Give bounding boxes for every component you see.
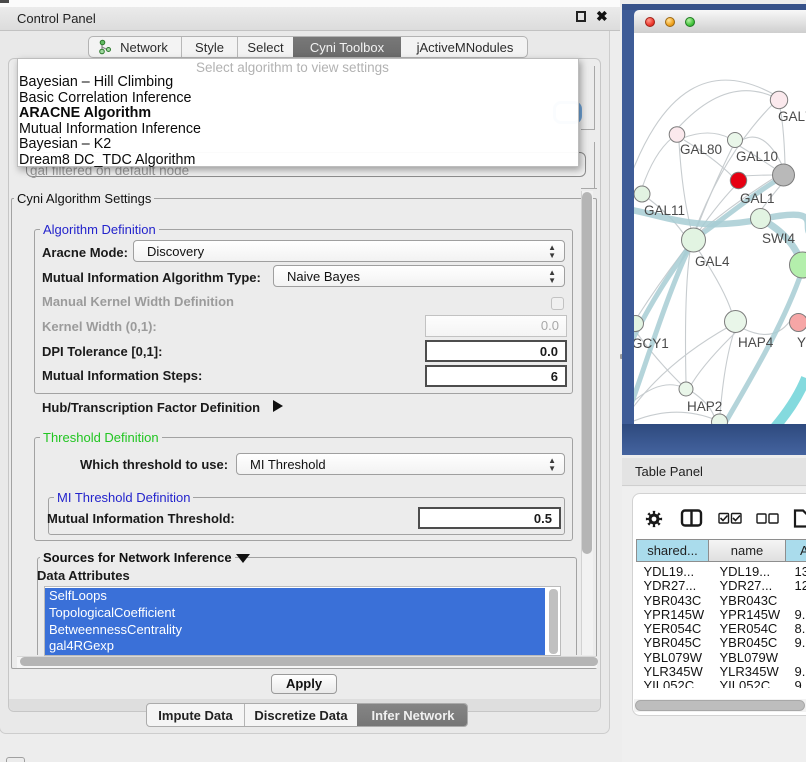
svg-text:GAL80: GAL80 [680,142,722,157]
svg-text:GAL10: GAL10 [736,149,778,164]
svg-text:HAP2: HAP2 [687,399,722,414]
svg-text:HAP4: HAP4 [738,335,774,350]
svg-text:SWI4: SWI4 [762,231,795,246]
svg-text:GAL11: GAL11 [644,203,685,218]
svg-text:Y: Y [797,335,806,350]
svg-text:GCY1: GCY1 [634,336,669,351]
svg-text:GAL4: GAL4 [695,254,730,269]
svg-text:GAL7: GAL7 [778,109,806,124]
svg-text:GAL1: GAL1 [740,191,775,206]
